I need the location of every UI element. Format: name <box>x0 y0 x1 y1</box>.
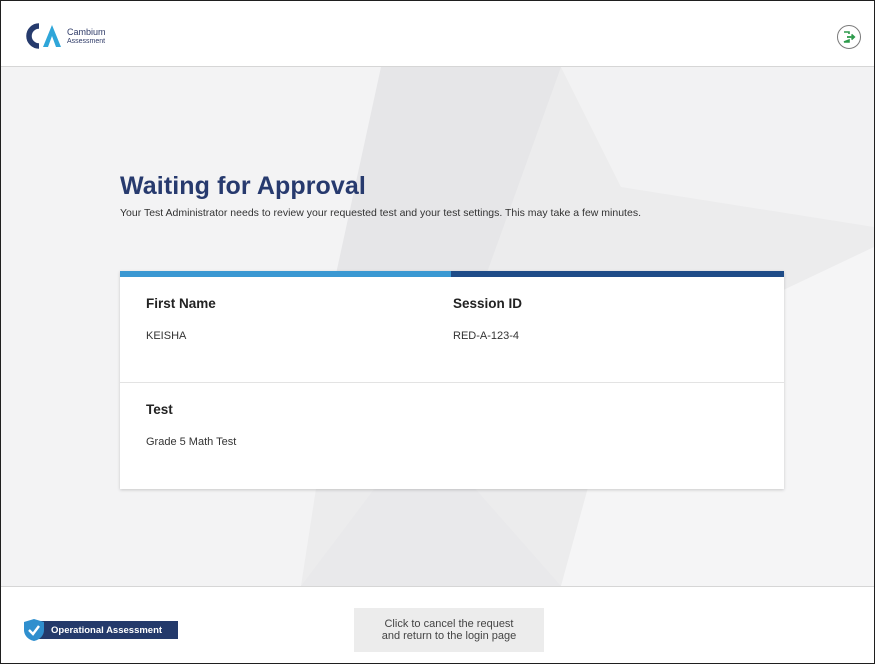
logo-text: Cambium Assessment <box>67 26 106 45</box>
footer: Operational Assessment Click to cancel t… <box>1 586 874 663</box>
header: Cambium Assessment <box>1 1 874 67</box>
first-name-label: First Name <box>146 296 216 311</box>
test-label: Test <box>146 402 173 417</box>
app-window: Cambium Assessment Waiting for Approval … <box>0 0 875 664</box>
cambium-logo-icon <box>26 23 61 49</box>
main-area: Waiting for Approval Your Test Administr… <box>1 67 874 586</box>
operational-assessment-badge: Operational Assessment <box>23 619 179 641</box>
cancel-request-button[interactable]: Click to cancel the request and return t… <box>354 608 544 652</box>
page-title: Waiting for Approval <box>120 172 366 200</box>
session-id-field: Session ID RED-A-123-4 <box>453 296 522 342</box>
card-row-test: Test Grade 5 Math Test <box>120 382 784 489</box>
first-name-value: KEISHA <box>146 330 187 342</box>
card-row-student: First Name KEISHA Session ID RED-A-123-4 <box>120 277 784 382</box>
session-id-label: Session ID <box>453 296 523 311</box>
test-value: Grade 5 Math Test <box>146 436 237 448</box>
details-card: First Name KEISHA Session ID RED-A-123-4… <box>120 271 784 489</box>
session-id-value: RED-A-123-4 <box>453 330 520 342</box>
logo-line1: Cambium <box>67 26 106 37</box>
first-name-field: First Name KEISHA <box>146 296 216 342</box>
content: Waiting for Approval Your Test Administr… <box>120 172 784 219</box>
sign-out-icon <box>843 31 856 43</box>
sign-out-button[interactable] <box>837 25 861 49</box>
badge-label: Operational Assessment <box>39 621 179 639</box>
page-subtitle: Your Test Administrator needs to review … <box>120 207 641 219</box>
cambium-logo: Cambium Assessment <box>23 23 143 49</box>
cancel-request-label: Click to cancel the request and return t… <box>381 618 517 642</box>
logo-line2: Assessment <box>67 37 106 45</box>
shield-check-icon <box>24 619 44 641</box>
test-field: Test Grade 5 Math Test <box>146 402 236 448</box>
